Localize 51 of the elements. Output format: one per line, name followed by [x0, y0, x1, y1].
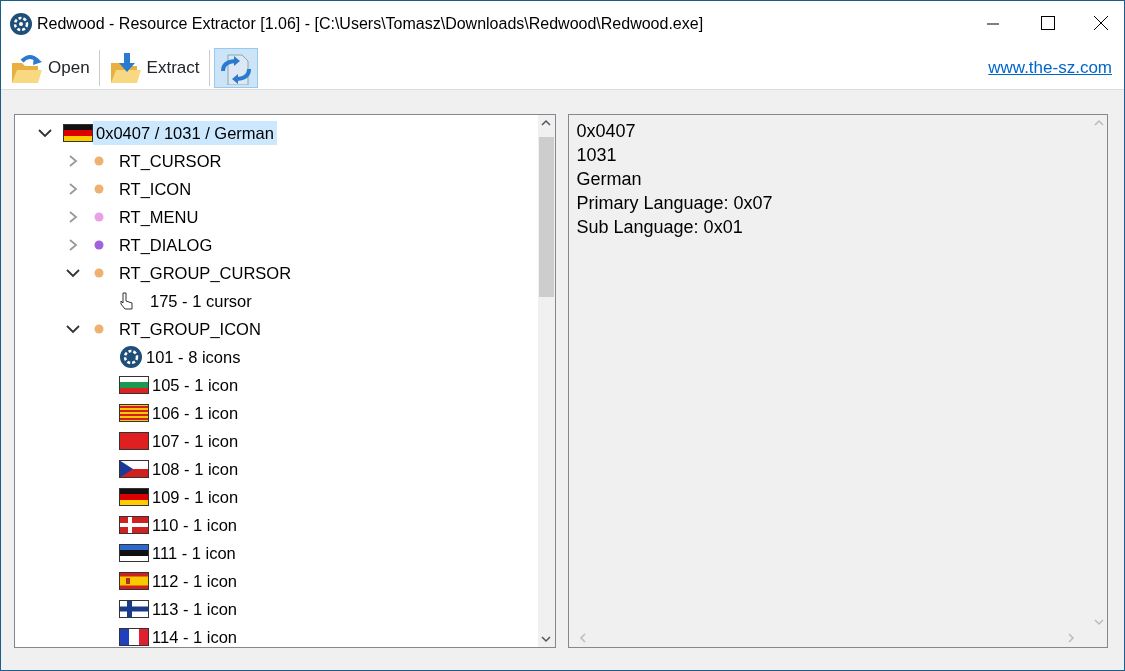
tree-item[interactable]: 109 - 1 icon — [149, 484, 242, 510]
tree-item[interactable]: 111 - 1 icon — [149, 540, 239, 566]
detail-line: 0x0407 — [576, 120, 637, 143]
tree-item[interactable]: RT_GROUP_CURSOR — [116, 260, 295, 286]
tree-item[interactable]: 0x0407 / 1031 / German — [93, 120, 277, 146]
toolbar-button[interactable] — [213, 47, 258, 88]
flag-icon — [119, 404, 149, 422]
folder-down-arrow-icon — [108, 50, 143, 85]
vertical-scrollbar[interactable] — [537, 115, 555, 647]
flag-icon — [119, 376, 149, 394]
flag-icon — [119, 544, 149, 562]
tree-item[interactable]: 108 - 1 icon — [149, 456, 242, 482]
tree-item[interactable]: 112 - 1 icon — [149, 568, 240, 594]
tree-item[interactable]: RT_GROUP_ICON — [116, 316, 264, 342]
flag-icon — [119, 628, 149, 646]
tree-item[interactable]: 114 - 1 icon — [149, 624, 240, 647]
detail-line: Sub Language: 0x01 — [576, 216, 744, 239]
status-dot-icon — [93, 323, 105, 335]
status-dot-icon — [93, 155, 105, 167]
status-dot-icon — [93, 183, 105, 195]
tree-item[interactable]: 110 - 1 icon — [149, 512, 240, 538]
status-dot-icon — [93, 239, 105, 251]
tree-item[interactable]: 107 - 1 icon — [149, 428, 242, 454]
hand-cursor-icon — [119, 292, 133, 310]
detail-line: 1031 — [576, 144, 618, 167]
flag-icon — [119, 488, 149, 506]
window-title: Redwood - Resource Extractor [1.06] - [C:\Users\Tomasz\Downloads\Redwood\Redwood.exe] — [37, 13, 705, 34]
open-button[interactable]: Open — [5, 47, 95, 88]
flag-icon — [119, 460, 149, 478]
tree-item[interactable]: 101 - 8 icons — [143, 344, 244, 370]
tree-item[interactable]: RT_ICON — [116, 176, 195, 202]
flag-icon — [119, 600, 149, 618]
website-link[interactable]: www.the-sz.com — [988, 54, 1112, 81]
app-gear-icon — [9, 11, 33, 36]
tree-item[interactable]: RT_DIALOG — [116, 232, 216, 258]
flag-icon — [119, 432, 149, 450]
detail-line: German — [576, 168, 643, 191]
flag-icon — [63, 124, 93, 142]
extract-button[interactable]: Extract — [103, 47, 205, 88]
tree-item[interactable]: 105 - 1 icon — [149, 372, 242, 398]
status-dot-icon — [93, 211, 105, 223]
tree-item[interactable]: 175 - 1 cursor — [147, 288, 255, 314]
detail-line: Primary Language: 0x07 — [576, 192, 774, 215]
tree-item[interactable]: RT_MENU — [116, 204, 202, 230]
flag-icon — [119, 516, 149, 534]
status-dot-icon — [93, 267, 105, 279]
gear-icon — [119, 345, 143, 369]
tree-item[interactable]: 106 - 1 icon — [149, 400, 242, 426]
tree-item[interactable]: 113 - 1 icon — [149, 596, 240, 622]
flag-icon — [119, 572, 149, 590]
tree-item[interactable]: RT_CURSOR — [116, 148, 225, 174]
